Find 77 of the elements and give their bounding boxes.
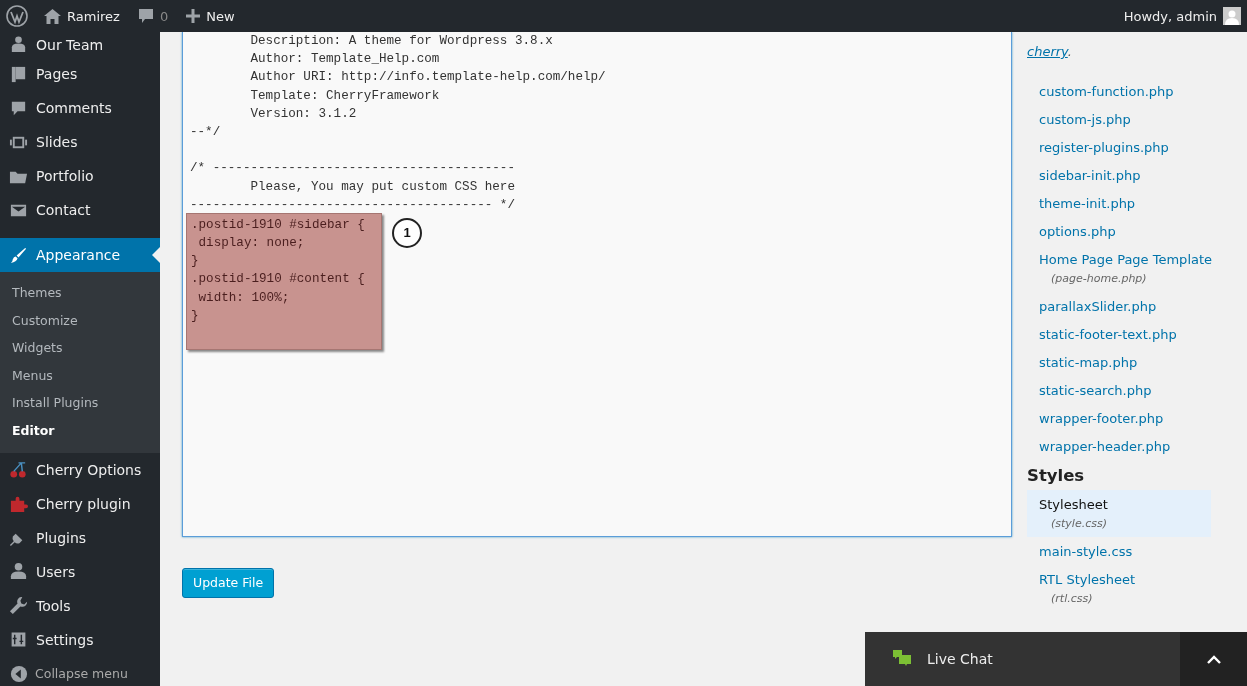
intro-text: cherry. [1027, 43, 1073, 61]
code-line: } [191, 253, 200, 271]
sliders-icon [9, 630, 28, 650]
file-item[interactable]: main-style.css [1027, 537, 1211, 565]
code-line: --*/ [190, 123, 222, 141]
avatar-icon [1223, 7, 1241, 25]
pages-icon [9, 64, 28, 84]
theme-link[interactable]: cherry [1027, 44, 1068, 59]
file-item[interactable]: RTL Stylesheet (rtl.css) [1027, 565, 1211, 612]
file-item[interactable]: custom-function.php [1027, 77, 1211, 105]
live-chat-bar[interactable]: Live Chat [865, 632, 1180, 686]
file-item[interactable]: wrapper-header.php [1027, 432, 1211, 460]
file-item[interactable]: Home Page Page Template (page-home.php) [1027, 245, 1211, 292]
menu-item[interactable]: Contact [0, 193, 160, 227]
code-line: Version: 3.1.2 [249, 105, 358, 123]
file-item[interactable]: parallaxSlider.php [1027, 292, 1211, 320]
file-item[interactable]: options.php [1027, 217, 1211, 245]
menu-item[interactable]: Appearance [0, 238, 160, 272]
person-icon [9, 35, 28, 54]
code-line: display: none; [197, 235, 306, 253]
menu-item[interactable]: Cherry plugin [0, 486, 160, 521]
file-item[interactable]: custom-js.php [1027, 105, 1211, 133]
menu-item[interactable]: Slides [0, 125, 160, 159]
callout-number: 1 [392, 217, 422, 248]
menu-item[interactable]: Users [0, 554, 160, 589]
new-content-link[interactable]: New [186, 8, 235, 24]
code-line: Description: A theme for Wordpress 3.8.x [249, 33, 554, 50]
puzzle-icon [9, 494, 28, 514]
menu-item[interactable]: Plugins [0, 520, 160, 555]
wordpress-logo-icon[interactable] [6, 5, 28, 27]
code-line: Author: Template_Help.com [249, 51, 441, 69]
code-line: .postid-1910 #content { [191, 271, 366, 289]
code-line: /* ---------------------------------------- [190, 160, 516, 178]
menu-item[interactable]: Portfolio [0, 159, 160, 193]
plus-icon [186, 9, 201, 23]
code-editor[interactable] [182, 32, 1012, 537]
file-item[interactable]: static-footer-text.php [1027, 320, 1211, 348]
collapse-icon [10, 664, 28, 683]
code-line: Please, You may put custom CSS here [249, 178, 516, 196]
file-item[interactable]: sidebar-init.php [1027, 161, 1211, 189]
account-menu[interactable]: Howdy, admin [1123, 7, 1241, 25]
collapse-menu-button[interactable]: Collapse menu [0, 656, 160, 686]
user-icon [9, 562, 28, 582]
brush-icon [9, 245, 28, 265]
site-name-link[interactable]: Ramirez [44, 8, 120, 24]
wrench-icon [9, 596, 28, 616]
chat-bubbles-icon [893, 650, 913, 668]
file-item[interactable]: static-search.php [1027, 376, 1211, 404]
menu-item[interactable]: Comments [0, 91, 160, 125]
submenu-item[interactable]: Widgets [0, 334, 160, 362]
cherries-icon [9, 460, 28, 480]
file-item[interactable]: static-map.php [1027, 348, 1211, 376]
chevron-up-icon [1206, 654, 1221, 664]
menu-item[interactable]: Tools [0, 588, 160, 623]
code-line: .postid-1910 #sidebar { [191, 216, 366, 234]
file-item[interactable]: wrapper-footer.php [1027, 404, 1211, 432]
code-line: Author URI: http://info.template-help.com/help/ [249, 69, 607, 87]
file-item[interactable]: theme-init.php [1027, 189, 1211, 217]
code-line: } [191, 307, 200, 325]
submenu-item[interactable]: Customize [0, 306, 160, 335]
file-item[interactable]: Stylesheet (style.css) [1027, 490, 1211, 537]
code-line: width: 100%; [197, 289, 291, 307]
code-line: ---------------------------------------- */ [190, 196, 516, 214]
code-line: Template: CherryFramework [249, 87, 441, 105]
menu-item[interactable]: Our Team [0, 32, 160, 57]
submenu-item[interactable]: Themes [0, 279, 160, 307]
comments-link[interactable]: 0 [137, 8, 169, 24]
home-icon [44, 8, 61, 24]
file-item[interactable]: register-plugins.php [1027, 133, 1211, 161]
speech-bubble-icon [137, 8, 154, 24]
styles-heading: Styles [1027, 466, 1086, 485]
submenu-item[interactable]: Menus [0, 361, 160, 390]
submenu-item[interactable]: Install Plugins [0, 389, 160, 417]
submenu-item[interactable]: Editor [0, 416, 160, 445]
menu-item[interactable]: Settings [0, 622, 160, 657]
menu-item[interactable]: Cherry Options [0, 452, 160, 487]
menu-item[interactable]: Pages [0, 57, 160, 91]
